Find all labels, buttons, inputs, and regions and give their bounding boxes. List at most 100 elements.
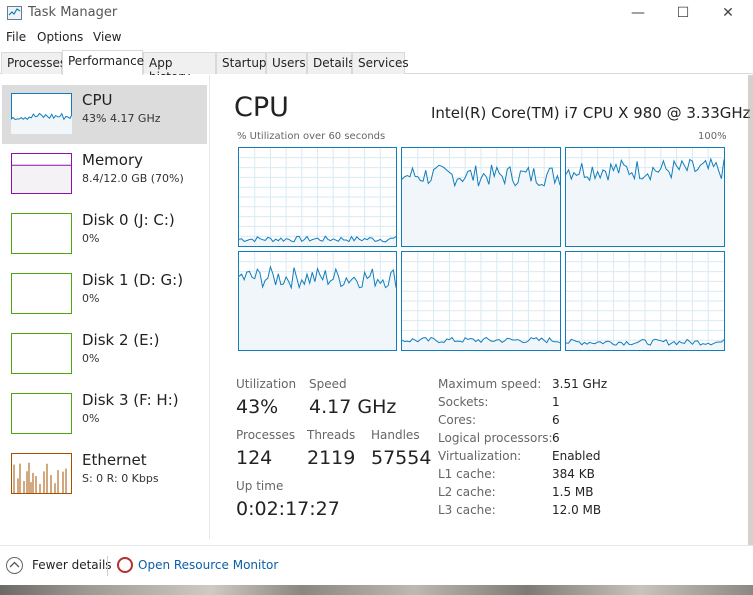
cpu-thumbnail (10, 93, 73, 134)
title-bar: Task Manager — ☐ ✕ (0, 0, 753, 27)
sidebar-item-cpu[interactable]: CPU 43% 4.17 GHz (2, 85, 207, 144)
handles-label: Handles (371, 428, 420, 442)
sidebar-item-ethernet[interactable]: Ethernet S: 0 R: 0 Kbps (2, 445, 207, 504)
thumbnail-frame (11, 393, 72, 434)
sidebar-item-title: Ethernet (82, 451, 147, 469)
sidebar-item-disk1[interactable]: Disk 1 (D: G:) 0% (2, 265, 207, 324)
spec-label: Logical processors: (438, 431, 553, 445)
sidebar-item-subtitle: 0% (82, 232, 100, 245)
utilization-area (239, 266, 396, 350)
task-manager-icon (7, 6, 22, 20)
spec-label: Maximum speed: (438, 377, 542, 391)
sidebar-item-title: Disk 1 (D: G:) (82, 271, 184, 289)
sidebar-item-subtitle: S: 0 R: 0 Kbps (82, 472, 159, 485)
graph-grid (566, 252, 724, 350)
sidebar-item-memory[interactable]: Memory 8.4/12.0 GB (70%) (2, 145, 207, 204)
sidebar-item-title: Memory (82, 151, 144, 169)
chevron-up-icon[interactable] (6, 557, 23, 574)
sidebar-item-disk2[interactable]: Disk 2 (E:) 0% (2, 325, 207, 384)
tab-details[interactable]: Details (307, 52, 355, 74)
utilization-value: 43% (236, 396, 279, 418)
tab-performance[interactable]: Performance (62, 50, 144, 75)
sidebar-item-subtitle: 0% (82, 292, 100, 305)
fewer-details-button[interactable]: Fewer details (32, 558, 112, 572)
utilization-label: Utilization (236, 377, 297, 391)
window-title: Task Manager (28, 5, 118, 20)
sidebar-item-title: CPU (82, 91, 113, 109)
ethernet-thumbnail (11, 453, 72, 494)
graph-grid (239, 148, 396, 246)
sidebar-item-subtitle: 43% 4.17 GHz (82, 112, 161, 125)
utilization-graph-label: % Utilization over 60 seconds (237, 131, 386, 142)
handles-value: 57554 (371, 447, 432, 469)
resource-monitor-icon[interactable] (117, 557, 133, 573)
threads-value: 2119 (307, 447, 356, 469)
sidebar-item-disk3[interactable]: Disk 3 (F: H:) 0% (2, 385, 207, 444)
minimize-icon: — (631, 5, 645, 21)
cpu-core-graph (565, 147, 725, 247)
thumbnail-frame (11, 213, 72, 254)
spec-value: 6 (552, 431, 560, 445)
speed-value: 4.17 GHz (309, 396, 397, 418)
cpu-model-name: Intel(R) Core(TM) i7 CPU X 980 @ 3.33GHz (431, 104, 751, 122)
spec-label: Cores: (438, 413, 477, 427)
sidebar-item-title: Disk 2 (E:) (82, 331, 160, 349)
graph-grid (402, 252, 560, 350)
menu-file[interactable]: File (6, 30, 26, 44)
menu-options[interactable]: Options (37, 30, 83, 44)
spec-label: L3 cache: (438, 503, 496, 517)
close-button[interactable]: ✕ (705, 0, 751, 26)
tab-bar: Processes Performance App history Startu… (0, 50, 753, 84)
spec-value: 1 (552, 395, 560, 409)
thumbnail-frame (11, 273, 72, 314)
graph-max-label: 100% (698, 131, 727, 142)
close-icon: ✕ (722, 5, 734, 21)
cpu-core-graph (565, 251, 725, 351)
spec-label: L1 cache: (438, 467, 496, 481)
disk1-thumbnail (11, 273, 72, 314)
spec-value: 384 KB (552, 467, 595, 481)
tab-processes[interactable]: Processes (1, 52, 66, 74)
cpu-core-graph (238, 251, 397, 351)
cpu-core-graph (238, 147, 397, 247)
processes-value: 124 (236, 447, 273, 469)
minimize-button[interactable]: — (615, 0, 661, 26)
uptime-label: Up time (236, 479, 284, 493)
footer-separator (107, 556, 108, 576)
maximize-icon: ☐ (676, 5, 690, 21)
desktop-background-edge (748, 75, 753, 545)
tab-services[interactable]: Services (352, 52, 409, 74)
sidebar-item-subtitle: 0% (82, 352, 100, 365)
spec-label: L2 cache: (438, 485, 496, 499)
thumbnail-area (12, 165, 71, 193)
tab-app-history[interactable]: App history (143, 52, 216, 84)
sidebar-item-title: Disk 0 (J: C:) (82, 211, 175, 229)
sidebar-item-disk0[interactable]: Disk 0 (J: C:) 0% (2, 205, 207, 264)
spec-value: Enabled (552, 449, 601, 463)
page-title: CPU (234, 92, 289, 123)
spec-label: Sockets: (438, 395, 489, 409)
disk3-thumbnail (11, 393, 72, 434)
spec-value: 3.51 GHz (552, 377, 608, 391)
tab-users[interactable]: Users (266, 52, 307, 74)
sidebar-item-title: Disk 3 (F: H:) (82, 391, 179, 409)
tab-startup[interactable]: Startup (216, 52, 267, 74)
spec-label: Virtualization: (438, 449, 522, 463)
cpu-core-graph (401, 251, 561, 351)
sidebar-item-subtitle: 8.4/12.0 GB (70%) (82, 172, 184, 185)
uptime-value: 0:02:17:27 (236, 498, 340, 520)
sidebar-item-subtitle: 0% (82, 412, 100, 425)
speed-label: Speed (309, 377, 347, 391)
thumbnail-frame (11, 333, 72, 374)
cpu-core-graph (401, 147, 561, 247)
disk0-thumbnail (11, 213, 72, 254)
processes-label: Processes (236, 428, 296, 442)
spec-value: 1.5 MB (552, 485, 594, 499)
spec-value: 12.0 MB (552, 503, 602, 517)
open-resource-monitor-link[interactable]: Open Resource Monitor (138, 558, 278, 572)
menu-view[interactable]: View (93, 30, 121, 44)
threads-label: Threads (307, 428, 356, 442)
spec-value: 6 (552, 413, 560, 427)
sidebar-divider (209, 75, 210, 539)
maximize-button[interactable]: ☐ (660, 0, 706, 26)
